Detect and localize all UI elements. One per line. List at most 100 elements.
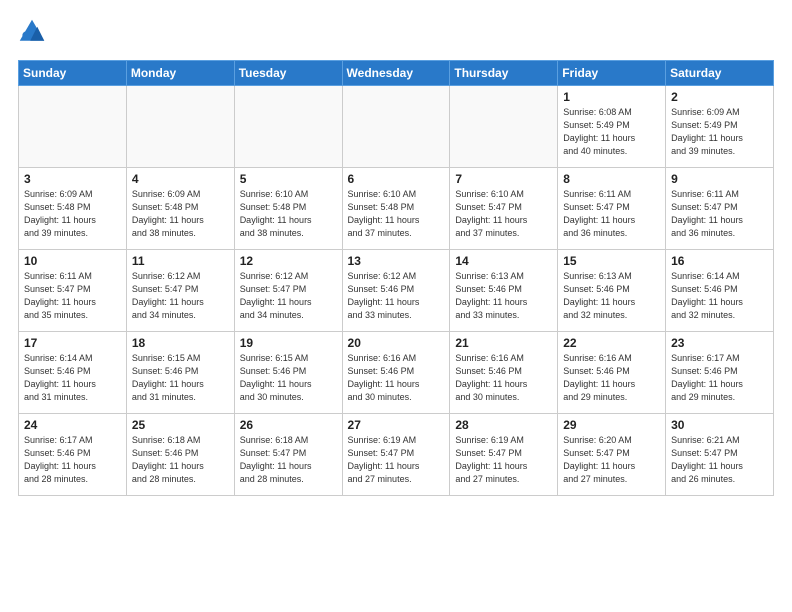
logo (18, 18, 50, 46)
calendar-cell: 7 Sunrise: 6:10 AM Sunset: 5:47 PM Daylig… (450, 168, 558, 250)
day-number: 1 (563, 90, 660, 104)
day-number: 3 (24, 172, 121, 186)
calendar-cell (450, 86, 558, 168)
calendar-cell: 10Sunrise: 6:11 AM Sunset: 5:47 PM Dayli… (19, 250, 127, 332)
day-number: 27 (348, 418, 445, 432)
logo-icon (18, 18, 46, 46)
day-info: Sunrise: 6:12 AM Sunset: 5:47 PM Dayligh… (132, 270, 229, 322)
day-number: 13 (348, 254, 445, 268)
calendar-cell: 3 Sunrise: 6:09 AM Sunset: 5:48 PM Daylig… (19, 168, 127, 250)
calendar-cell: 16 Sunrise: 6:14 AM Sunset: 5:46 PM Dayli… (666, 250, 774, 332)
calendar-cell: 11 Sunrise: 6:12 AM Sunset: 5:47 PM Dayli… (126, 250, 234, 332)
day-number: 18 (132, 336, 229, 350)
calendar-cell (234, 86, 342, 168)
day-number: 24 (24, 418, 121, 432)
weekday-header: Wednesday (342, 61, 450, 86)
weekday-header: Tuesday (234, 61, 342, 86)
weekday-header: Friday (558, 61, 666, 86)
day-info: Sunrise: 6:11 AM Sunset: 5:47 PM Dayligh… (671, 188, 768, 240)
calendar-cell: 17 Sunrise: 6:14 AM Sunset: 5:46 PM Dayli… (19, 332, 127, 414)
calendar-cell: 20Sunrise: 6:16 AM Sunset: 5:46 PM Dayli… (342, 332, 450, 414)
day-info: Sunrise: 6:21 AM Sunset: 5:47 PM Dayligh… (671, 434, 768, 486)
weekday-row: SundayMondayTuesdayWednesdayThursdayFrid… (19, 61, 774, 86)
day-info: Sunrise: 6:09 AM Sunset: 5:48 PM Dayligh… (132, 188, 229, 240)
calendar-cell: 19Sunrise: 6:15 AM Sunset: 5:46 PM Dayli… (234, 332, 342, 414)
day-number: 30 (671, 418, 768, 432)
day-number: 10 (24, 254, 121, 268)
calendar-cell: 27 Sunrise: 6:19 AM Sunset: 5:47 PM Dayli… (342, 414, 450, 496)
calendar-cell: 26Sunrise: 6:18 AM Sunset: 5:47 PM Dayli… (234, 414, 342, 496)
day-info: Sunrise: 6:20 AM Sunset: 5:47 PM Dayligh… (563, 434, 660, 486)
day-number: 29 (563, 418, 660, 432)
day-number: 25 (132, 418, 229, 432)
calendar-cell: 23Sunrise: 6:17 AM Sunset: 5:46 PM Dayli… (666, 332, 774, 414)
day-info: Sunrise: 6:16 AM Sunset: 5:46 PM Dayligh… (455, 352, 552, 404)
day-number: 11 (132, 254, 229, 268)
calendar-cell: 15 Sunrise: 6:13 AM Sunset: 5:46 PM Dayli… (558, 250, 666, 332)
calendar-week: 1 Sunrise: 6:08 AM Sunset: 5:49 PM Daylig… (19, 86, 774, 168)
calendar-week: 24 Sunrise: 6:17 AM Sunset: 5:46 PM Dayli… (19, 414, 774, 496)
day-number: 9 (671, 172, 768, 186)
day-number: 7 (455, 172, 552, 186)
calendar-cell: 28 Sunrise: 6:19 AM Sunset: 5:47 PM Dayli… (450, 414, 558, 496)
day-info: Sunrise: 6:12 AM Sunset: 5:47 PM Dayligh… (240, 270, 337, 322)
calendar-cell: 8 Sunrise: 6:11 AM Sunset: 5:47 PM Daylig… (558, 168, 666, 250)
day-info: Sunrise: 6:14 AM Sunset: 5:46 PM Dayligh… (24, 352, 121, 404)
page: SundayMondayTuesdayWednesdayThursdayFrid… (0, 0, 792, 508)
day-info: Sunrise: 6:19 AM Sunset: 5:47 PM Dayligh… (348, 434, 445, 486)
calendar-cell: 5 Sunrise: 6:10 AM Sunset: 5:48 PM Daylig… (234, 168, 342, 250)
day-number: 2 (671, 90, 768, 104)
day-number: 20 (348, 336, 445, 350)
day-number: 17 (24, 336, 121, 350)
header (18, 18, 774, 46)
calendar-cell: 30 Sunrise: 6:21 AM Sunset: 5:47 PM Dayli… (666, 414, 774, 496)
day-number: 16 (671, 254, 768, 268)
day-number: 8 (563, 172, 660, 186)
calendar-cell: 2 Sunrise: 6:09 AM Sunset: 5:49 PM Daylig… (666, 86, 774, 168)
day-info: Sunrise: 6:14 AM Sunset: 5:46 PM Dayligh… (671, 270, 768, 322)
calendar-week: 10Sunrise: 6:11 AM Sunset: 5:47 PM Dayli… (19, 250, 774, 332)
day-number: 4 (132, 172, 229, 186)
day-info: Sunrise: 6:16 AM Sunset: 5:46 PM Dayligh… (563, 352, 660, 404)
calendar-cell (19, 86, 127, 168)
day-info: Sunrise: 6:17 AM Sunset: 5:46 PM Dayligh… (24, 434, 121, 486)
day-info: Sunrise: 6:19 AM Sunset: 5:47 PM Dayligh… (455, 434, 552, 486)
day-number: 19 (240, 336, 337, 350)
calendar-cell: 1 Sunrise: 6:08 AM Sunset: 5:49 PM Daylig… (558, 86, 666, 168)
weekday-header: Monday (126, 61, 234, 86)
day-info: Sunrise: 6:13 AM Sunset: 5:46 PM Dayligh… (455, 270, 552, 322)
calendar-cell: 25 Sunrise: 6:18 AM Sunset: 5:46 PM Dayli… (126, 414, 234, 496)
day-number: 15 (563, 254, 660, 268)
calendar-cell: 29 Sunrise: 6:20 AM Sunset: 5:47 PM Dayli… (558, 414, 666, 496)
weekday-header: Sunday (19, 61, 127, 86)
calendar-cell: 22 Sunrise: 6:16 AM Sunset: 5:46 PM Dayli… (558, 332, 666, 414)
day-info: Sunrise: 6:11 AM Sunset: 5:47 PM Dayligh… (563, 188, 660, 240)
day-number: 21 (455, 336, 552, 350)
day-info: Sunrise: 6:18 AM Sunset: 5:46 PM Dayligh… (132, 434, 229, 486)
calendar-cell: 9 Sunrise: 6:11 AM Sunset: 5:47 PM Daylig… (666, 168, 774, 250)
day-info: Sunrise: 6:10 AM Sunset: 5:48 PM Dayligh… (240, 188, 337, 240)
day-info: Sunrise: 6:09 AM Sunset: 5:48 PM Dayligh… (24, 188, 121, 240)
calendar-cell: 18 Sunrise: 6:15 AM Sunset: 5:46 PM Dayli… (126, 332, 234, 414)
day-number: 22 (563, 336, 660, 350)
calendar-header: SundayMondayTuesdayWednesdayThursdayFrid… (19, 61, 774, 86)
day-number: 14 (455, 254, 552, 268)
day-info: Sunrise: 6:17 AM Sunset: 5:46 PM Dayligh… (671, 352, 768, 404)
day-number: 28 (455, 418, 552, 432)
day-info: Sunrise: 6:09 AM Sunset: 5:49 PM Dayligh… (671, 106, 768, 158)
day-info: Sunrise: 6:10 AM Sunset: 5:47 PM Dayligh… (455, 188, 552, 240)
day-number: 12 (240, 254, 337, 268)
day-number: 5 (240, 172, 337, 186)
calendar-cell (342, 86, 450, 168)
weekday-header: Thursday (450, 61, 558, 86)
calendar: SundayMondayTuesdayWednesdayThursdayFrid… (18, 60, 774, 496)
day-info: Sunrise: 6:15 AM Sunset: 5:46 PM Dayligh… (132, 352, 229, 404)
calendar-body: 1 Sunrise: 6:08 AM Sunset: 5:49 PM Daylig… (19, 86, 774, 496)
day-info: Sunrise: 6:13 AM Sunset: 5:46 PM Dayligh… (563, 270, 660, 322)
day-info: Sunrise: 6:12 AM Sunset: 5:46 PM Dayligh… (348, 270, 445, 322)
day-info: Sunrise: 6:08 AM Sunset: 5:49 PM Dayligh… (563, 106, 660, 158)
day-info: Sunrise: 6:10 AM Sunset: 5:48 PM Dayligh… (348, 188, 445, 240)
day-number: 26 (240, 418, 337, 432)
calendar-cell: 12 Sunrise: 6:12 AM Sunset: 5:47 PM Dayli… (234, 250, 342, 332)
calendar-cell: 24 Sunrise: 6:17 AM Sunset: 5:46 PM Dayli… (19, 414, 127, 496)
